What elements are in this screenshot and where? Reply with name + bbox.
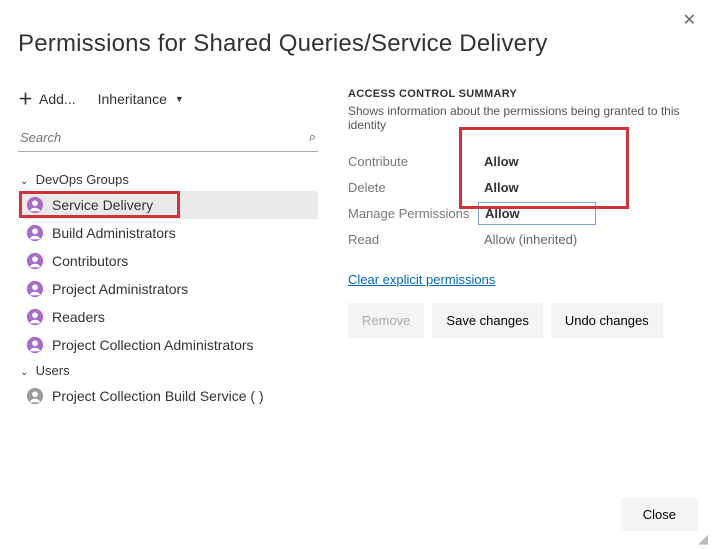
users-header[interactable]: ⌄ Users (18, 359, 318, 382)
page-title: Permissions for Shared Queries/Service D… (0, 0, 712, 58)
perm-value-contribute[interactable]: Allow (478, 151, 596, 172)
resize-handle-icon: ◢ (698, 531, 708, 547)
perm-label-delete: Delete (348, 180, 478, 195)
acs-title: ACCESS CONTROL SUMMARY (348, 88, 700, 100)
inheritance-dropdown[interactable]: Inheritance ▼ (98, 91, 184, 107)
clear-explicit-permissions-link[interactable]: Clear explicit permissions (348, 272, 495, 287)
search-input[interactable] (20, 130, 309, 145)
chevron-down-icon: ⌄ (20, 176, 32, 187)
highlight-selected-item (19, 191, 180, 218)
sidebar-item-readers[interactable]: Readers (22, 303, 318, 331)
perm-label-read: Read (348, 232, 478, 247)
perm-value-delete[interactable]: Allow (478, 177, 596, 198)
perm-value-manage-permissions[interactable]: Allow (478, 202, 596, 225)
close-button[interactable]: Close (621, 498, 698, 531)
devops-groups-header[interactable]: ⌄ DevOps Groups (18, 168, 318, 191)
plus-icon: ＋ (18, 88, 33, 109)
sidebar-item-project-collection-administrators[interactable]: Project Collection Administrators (22, 331, 318, 359)
chevron-down-icon: ⌄ (20, 367, 32, 378)
group-icon (26, 308, 44, 326)
sidebar-item-label: Project Collection Administrators (52, 337, 254, 353)
sidebar-item-build-administrators[interactable]: Build Administrators (22, 219, 318, 247)
perm-label-contribute: Contribute (348, 154, 478, 169)
group-icon (26, 336, 44, 354)
inheritance-label: Inheritance (98, 91, 167, 107)
group-icon (26, 224, 44, 242)
sidebar-item-label: Project Administrators (52, 281, 188, 297)
chevron-down-icon: ▼ (175, 94, 184, 104)
perm-value-read[interactable]: Allow (inherited) (478, 229, 596, 250)
search-icon: ⌕ (309, 129, 316, 145)
group-icon (26, 252, 44, 270)
add-button[interactable]: ＋ Add... (18, 88, 76, 109)
sidebar-item-label: Readers (52, 309, 105, 325)
sidebar-item-label: Contributors (52, 253, 128, 269)
sidebar-item-label: Project Collection Build Service ( ) (52, 388, 264, 404)
user-icon (26, 387, 44, 405)
sidebar-item-build-service[interactable]: Project Collection Build Service ( ) (22, 382, 318, 410)
remove-button[interactable]: Remove (348, 303, 424, 338)
sidebar-item-label: Build Administrators (52, 225, 176, 241)
sidebar-item-project-administrators[interactable]: Project Administrators (22, 275, 318, 303)
save-changes-button[interactable]: Save changes (432, 303, 542, 338)
acs-subtitle: Shows information about the permissions … (348, 104, 700, 132)
add-label: Add... (39, 91, 76, 107)
perm-label-manage-permissions: Manage Permissions (348, 206, 478, 221)
sidebar-item-contributors[interactable]: Contributors (22, 247, 318, 275)
group-icon (26, 280, 44, 298)
close-icon[interactable]: ✕ (683, 10, 696, 30)
undo-changes-button[interactable]: Undo changes (551, 303, 663, 338)
